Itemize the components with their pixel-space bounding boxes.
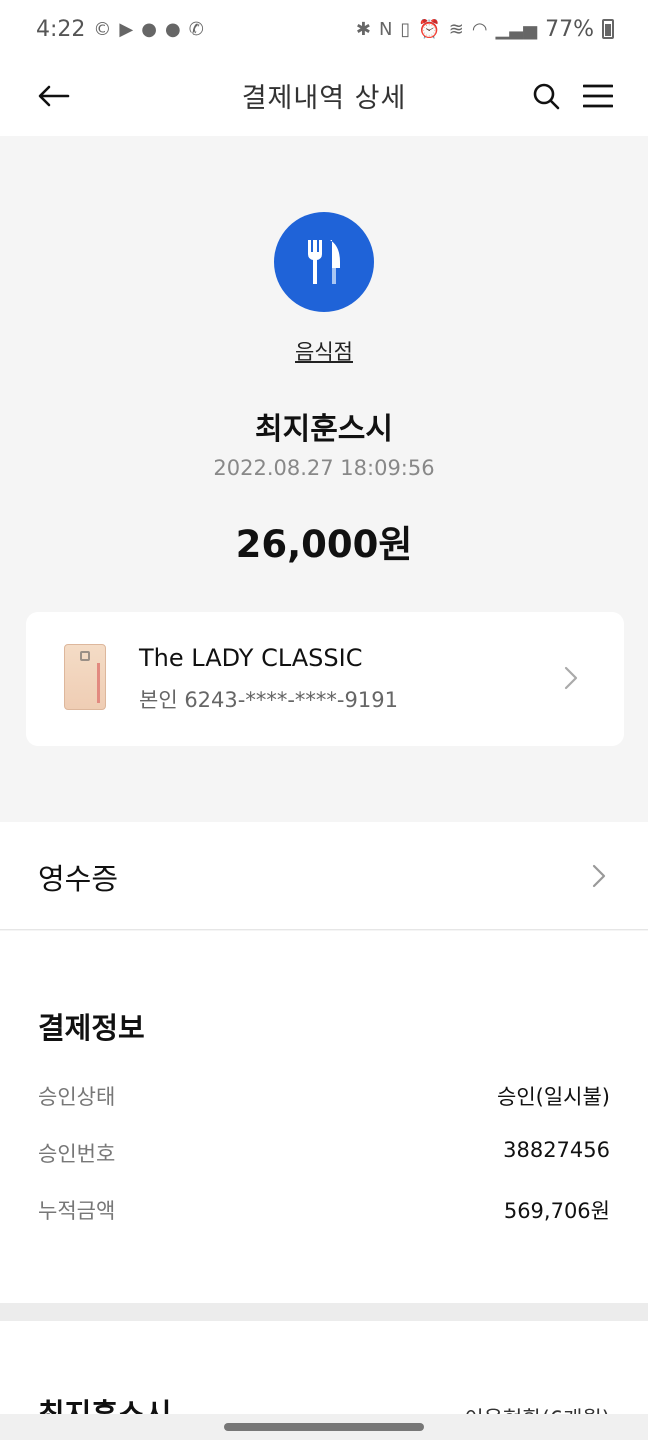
info-value: 승인(일시불) [497,1085,610,1109]
status-bar: 4:22 © ▶ ● ● ✆ ✱ N ▯ ⏰ ≋ ◠ ▁▃▅ 77% [0,0,648,58]
battery-percent: 77% [545,16,594,42]
restaurant-category-badge [274,212,374,312]
menu-button[interactable] [580,76,616,116]
battery-icon [602,19,614,39]
card-stripe [97,663,100,703]
status-bar-left: 4:22 © ▶ ● ● ✆ [36,17,204,42]
payment-info-section: 결제정보 승인상태 승인(일시불) 승인번호 38827456 누적금액 569… [0,931,648,1303]
fork-knife-icon [308,240,340,284]
card-number: 본인 6243-****-****-9191 [139,688,398,712]
info-row-approval-number: 승인번호 38827456 [38,1138,610,1168]
status-time: 4:22 [36,16,86,42]
wifi-icon: ◠ [471,18,488,40]
card-image [64,644,106,710]
receipt-row[interactable]: 영수증 [0,822,648,930]
won-icon: ● [141,18,157,40]
info-label: 승인번호 [38,1142,116,1166]
card-chip [80,651,90,661]
receipt-label: 영수증 [38,862,119,896]
search-button[interactable] [528,76,564,116]
card-info-row[interactable]: The LADY CLASSIC 본인 6243-****-****-9191 [26,612,624,746]
top-app-bar: 결제내역 상세 [0,58,648,136]
transaction-summary: 음식점 최지훈스시 2022.08.27 18:09:56 26,000원 Th… [0,136,648,822]
chevron-right-icon [564,666,578,690]
info-label: 승인상태 [38,1085,116,1109]
card-name: The LADY CLASSIC [139,644,363,672]
search-icon [533,83,560,110]
missed-call-icon: ✆ [188,18,204,40]
vibrate-icon: ▯ [400,18,411,40]
signal-icon: ▁▃▅ [495,18,538,40]
transaction-amount: 26,000원 [235,523,413,566]
nfc-icon: N [378,18,393,40]
c-icon: © [93,18,112,40]
info-label: 누적금액 [38,1199,116,1223]
hamburger-menu-icon [583,84,613,108]
volte-icon: ≋ [448,18,464,40]
info-row-cumulative-amount: 누적금액 569,706원 [38,1195,610,1225]
youtube-icon: ▶ [119,18,134,40]
info-value: 569,706원 [503,1199,610,1223]
section-divider [0,1303,648,1321]
category-link[interactable]: 음식점 [0,336,648,366]
merchant-name: 최지훈스시 [255,412,393,447]
info-row-approval-status: 승인상태 승인(일시불) [38,1081,610,1111]
info-value: 38827456 [503,1138,610,1162]
transaction-datetime: 2022.08.27 18:09:56 [213,456,435,480]
status-bar-right: ✱ N ▯ ⏰ ≋ ◠ ▁▃▅ 77% [356,17,614,42]
bluetooth-icon: ✱ [355,18,371,40]
chevron-right-icon [592,864,606,888]
home-gesture-bar[interactable] [224,1423,424,1431]
alarm-icon: ⏰ [418,18,441,40]
section-title: 결제정보 [38,1011,145,1045]
chat-icon: ● [164,18,181,40]
